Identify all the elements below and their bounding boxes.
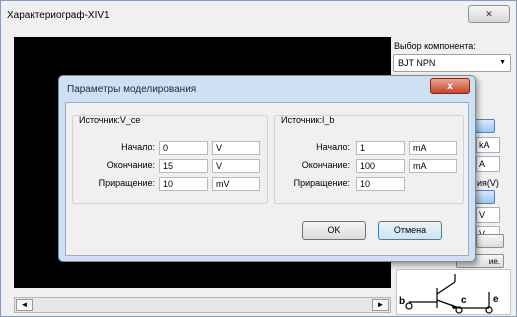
ib-end-label: Окончание: xyxy=(301,160,350,170)
vce-start-unit[interactable]: V xyxy=(212,141,260,155)
group-vce-title: Источник:V_ce xyxy=(79,115,141,125)
scroll-left-icon[interactable]: ◄ xyxy=(16,299,33,311)
panel-label-1: ия(V) xyxy=(477,178,499,188)
npn-transistor-icon: b c e xyxy=(399,274,499,314)
ib-end-unit[interactable]: mA xyxy=(409,159,457,173)
emitter-label: e xyxy=(493,294,499,305)
dialog-body: Источник:V_ce Начало: 0 V Окончание: 15 … xyxy=(65,102,469,256)
base-label: b xyxy=(399,296,405,307)
ib-start-input[interactable]: 1 xyxy=(356,141,405,155)
vce-start-input[interactable]: 0 xyxy=(159,141,208,155)
vce-end-label: Окончание: xyxy=(106,160,155,170)
vce-start-label: Начало: xyxy=(121,142,155,152)
panel-unit-field-3[interactable]: V xyxy=(476,207,500,223)
panel-unit-field-1[interactable]: kA xyxy=(476,137,500,153)
vce-end-input[interactable]: 15 xyxy=(159,159,208,173)
transistor-symbol: b c e xyxy=(396,269,511,315)
ib-start-label: Начало: xyxy=(316,142,350,152)
ib-start-unit[interactable]: mA xyxy=(409,141,457,155)
ib-step-input[interactable]: 10 xyxy=(356,177,405,191)
main-window: Характериограф-XIV1 ✕ ◄ ► Выбор компонен… xyxy=(0,0,517,317)
dialog-title: Параметры моделирования xyxy=(67,84,197,95)
simulation-params-dialog: Параметры моделирования x Источник:V_ce … xyxy=(58,75,476,262)
close-icon[interactable]: ✕ xyxy=(468,5,510,23)
component-value: BJT NPN xyxy=(398,58,436,68)
dialog-close-icon[interactable]: x xyxy=(430,78,470,94)
group-ib-title: Источник:I_b xyxy=(281,115,335,125)
group-ib: Источник:I_b Начало: 1 mA Окончание: 100… xyxy=(274,115,464,204)
ib-step-label: Приращение: xyxy=(293,178,350,188)
panel-button-2[interactable] xyxy=(475,190,495,204)
chevron-down-icon: ▼ xyxy=(499,59,506,66)
scroll-right-icon[interactable]: ► xyxy=(372,299,389,311)
window-title: Характериограф-XIV1 xyxy=(7,10,110,21)
collector-label: c xyxy=(461,295,467,306)
vce-step-input[interactable]: 10 xyxy=(159,177,208,191)
horizontal-scrollbar[interactable]: ◄ ► xyxy=(14,297,391,313)
panel-unit-field-2[interactable]: A xyxy=(476,156,500,172)
cancel-button[interactable]: Отмена xyxy=(378,221,442,240)
vce-end-unit[interactable]: V xyxy=(212,159,260,173)
ib-end-input[interactable]: 100 xyxy=(356,159,405,173)
ok-button[interactable]: OK xyxy=(302,221,366,240)
vce-step-label: Приращение: xyxy=(98,178,155,188)
component-label: Выбор компонента: xyxy=(394,41,476,51)
group-vce: Источник:V_ce Начало: 0 V Окончание: 15 … xyxy=(72,115,268,204)
component-select[interactable]: BJT NPN ▼ xyxy=(393,54,511,72)
vce-step-unit[interactable]: mV xyxy=(212,177,260,191)
panel-button-3[interactable] xyxy=(476,234,504,248)
panel-button-1[interactable] xyxy=(475,119,495,133)
